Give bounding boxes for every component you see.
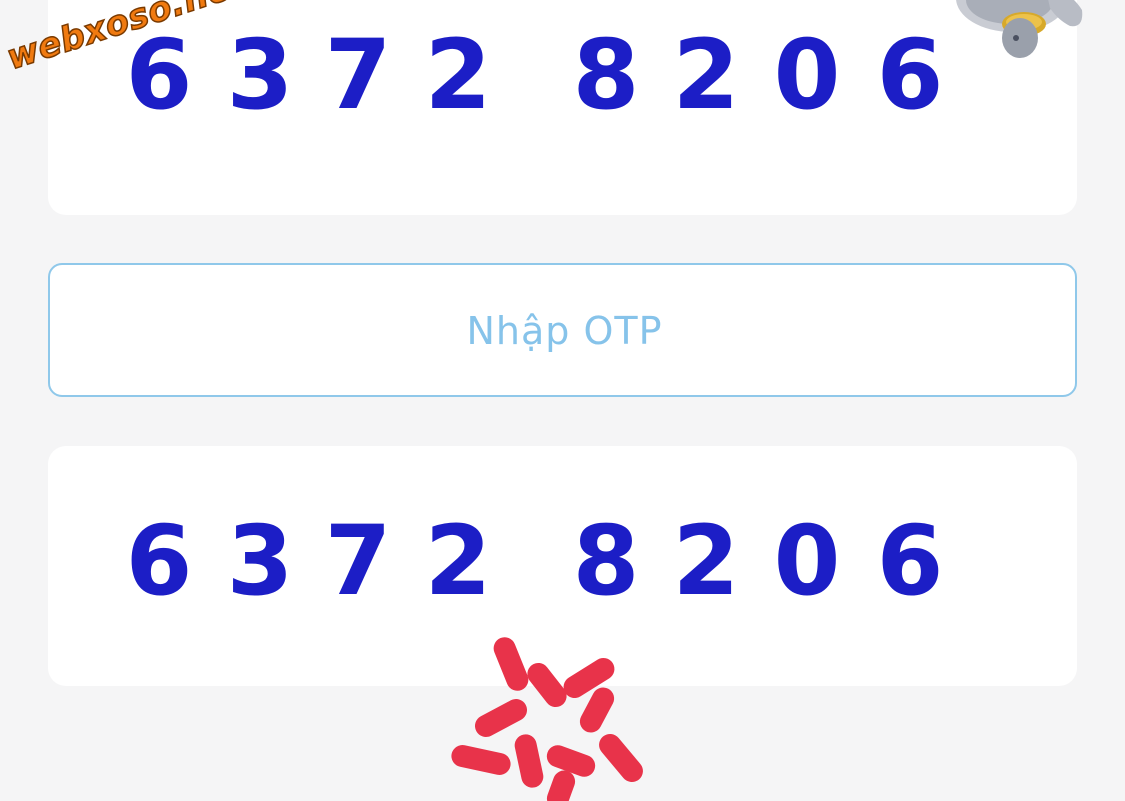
otp-digit: 2 xyxy=(672,505,740,617)
otp-digit: 6 xyxy=(125,505,193,617)
otp-digit: 2 xyxy=(424,505,492,617)
otp-input[interactable] xyxy=(50,265,1079,397)
otp-digit: 8 xyxy=(572,19,640,131)
otp-code-display-bottom: 6 3 7 2 8 2 0 6 xyxy=(48,506,1077,616)
otp-code-display-top: 6 3 7 2 8 2 0 6 xyxy=(48,20,1077,130)
otp-digit: 3 xyxy=(226,19,294,131)
otp-code-card-top: 6 3 7 2 8 2 0 6 xyxy=(48,0,1077,215)
otp-digit: 8 xyxy=(572,505,640,617)
otp-digit: 6 xyxy=(876,505,944,617)
otp-digit: 0 xyxy=(773,19,841,131)
otp-digit: 2 xyxy=(424,19,492,131)
red-sparkle-marks-icon xyxy=(451,637,643,801)
otp-digit: 6 xyxy=(876,19,944,131)
mascot-character-icon xyxy=(956,0,1083,58)
otp-digit: 7 xyxy=(324,19,392,131)
otp-digit: 2 xyxy=(672,19,740,131)
otp-digit: 0 xyxy=(773,505,841,617)
otp-digit: 3 xyxy=(226,505,294,617)
otp-input-container[interactable] xyxy=(48,263,1079,397)
otp-digit: 7 xyxy=(324,505,392,617)
